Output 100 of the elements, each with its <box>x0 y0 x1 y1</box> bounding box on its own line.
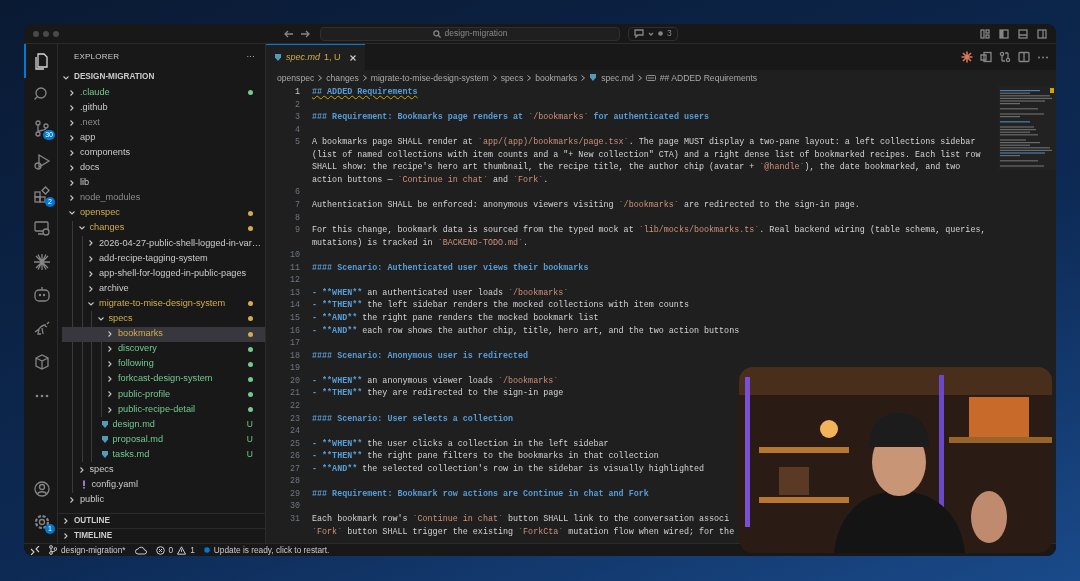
line-number: 22 <box>288 399 301 413</box>
tree-item[interactable]: public-profile <box>62 386 265 402</box>
tree-item[interactable]: node_modules <box>58 190 265 206</box>
tree-item[interactable]: archive <box>60 281 265 297</box>
more-actions[interactable]: ··· <box>246 51 255 63</box>
line-number: 15 <box>288 312 301 325</box>
warning-count: 1 <box>190 543 195 556</box>
sidebar-toggle-icon[interactable] <box>999 28 1009 39</box>
tree-item[interactable]: specs <box>59 462 265 478</box>
breadcrumb-item[interactable]: migrate-to-mise-design-system <box>370 71 489 85</box>
tree-item[interactable]: following <box>62 356 265 372</box>
git-status-label: U <box>246 448 253 462</box>
line-number: 27 <box>288 462 301 476</box>
line-number: 21 <box>288 387 301 400</box>
code-line: Each bookmark row's `Continue in chat` button SHALL link to the conversation associ <box>312 514 730 525</box>
line-number: 3 <box>293 111 301 124</box>
open-preview-icon[interactable] <box>980 51 992 63</box>
tree-item[interactable]: add-recipe-tagging-system <box>60 251 265 267</box>
code-line: - **THEN** the left sidebar renders the mocked collections with item counts <box>312 300 689 311</box>
box-icon <box>33 353 51 372</box>
markdown-file-icon <box>274 53 282 62</box>
git-status-label: U <box>246 418 253 431</box>
line-number: 1 <box>293 86 301 99</box>
line-number: 12 <box>288 274 301 287</box>
dot-icon <box>203 547 210 553</box>
breadcrumb-item[interactable]: openspec <box>277 71 315 85</box>
more-icon <box>35 393 49 398</box>
breadcrumb-item[interactable]: spec.md <box>589 71 634 85</box>
breadcrumb-item[interactable]: specs <box>500 71 524 85</box>
secondary-sidebar-icon[interactable] <box>1037 28 1047 39</box>
tree-item[interactable]: .claude <box>58 85 265 101</box>
tree-item[interactable]: lib <box>58 175 265 191</box>
tree-item[interactable]: design.md U <box>61 417 265 433</box>
chat-control[interactable]: 3 <box>628 26 678 41</box>
robot-icon <box>33 286 51 305</box>
sparkle-icon[interactable] <box>961 51 973 63</box>
breadcrumb-item[interactable]: changes <box>326 71 359 85</box>
branch-item[interactable]: design-migration* <box>49 543 126 556</box>
sync-icon[interactable] <box>134 545 147 555</box>
tree-item[interactable]: app <box>58 130 265 146</box>
code-line: For this change, bookmark data is sourced from the typed mock at `lib/mocks/bookmarks.ts`. Real backend wiring (table schema, queries, <box>312 225 986 236</box>
close-icon[interactable] <box>348 53 357 62</box>
code-line: #### Scenario: User selects a collection <box>312 413 514 424</box>
chevron-icon <box>317 74 324 82</box>
tree-item[interactable]: bookmarks <box>62 326 265 342</box>
tree-item[interactable]: config.yaml <box>59 477 265 493</box>
tree-item[interactable]: app-shell-for-logged-in-public-pages <box>60 266 265 282</box>
sidebar-title: EXPLORER <box>74 51 120 63</box>
code-line: - **THEN** they are redirected to the sign-in page <box>312 388 564 399</box>
breadcrumb-item[interactable]: bookmarks <box>535 71 578 85</box>
split-editor-icon[interactable] <box>1018 51 1030 63</box>
minimap[interactable] <box>998 86 1056 170</box>
tree-item[interactable]: components <box>58 145 265 161</box>
line-number: 4 <box>293 123 301 137</box>
more-icon[interactable] <box>1037 55 1049 59</box>
line-number: 8 <box>293 211 301 225</box>
layout-icon[interactable] <box>980 28 990 39</box>
tree-item[interactable]: public-recipe-detail <box>62 401 265 418</box>
tree-item[interactable]: docs <box>58 160 265 176</box>
forward-arrow-icon[interactable] <box>300 29 310 38</box>
line-number: 9 <box>293 224 301 238</box>
animal-icon <box>33 319 51 338</box>
chat-icon <box>634 29 644 38</box>
command-center[interactable]: design-migration <box>320 26 620 41</box>
tree-item[interactable]: migrate-to-mise-design-system <box>60 296 265 312</box>
panel-toggle-icon[interactable] <box>1018 28 1028 39</box>
tree-item[interactable]: .github <box>58 100 265 116</box>
code-line: `Fork` button SHALL trigger the existing `ForkCta` mutation flow when wired; for the <box>312 526 735 537</box>
remote-icon[interactable] <box>30 545 40 555</box>
symbol-icon <box>645 75 656 81</box>
tree-item[interactable]: .next <box>58 115 265 131</box>
code-line: SHALL show: the recipe's hero art thumbnail, the recipe title, the author chip (avatar + `@handle`), the date bookmarked, and two <box>312 162 961 173</box>
tree-item[interactable]: public <box>58 492 265 508</box>
tree-item[interactable]: 2026-04-27-public-shell-logged-in-var… <box>60 235 265 252</box>
tree-item[interactable]: tasks.md U <box>61 447 265 463</box>
notification-item[interactable]: Update is ready, click to restart. <box>203 543 330 556</box>
line-number: 20 <box>288 374 301 388</box>
line-number: 6 <box>293 186 301 199</box>
section-header[interactable]: DESIGN-MIGRATION <box>58 70 265 85</box>
tree-item[interactable]: changes <box>59 220 265 236</box>
chevron-icon <box>62 73 70 82</box>
error-count: 0 <box>168 543 174 556</box>
back-arrow-icon[interactable] <box>284 29 294 38</box>
caret-icon <box>648 31 654 36</box>
compare-changes-icon[interactable] <box>999 51 1011 63</box>
line-number: 10 <box>288 249 301 262</box>
tree-item[interactable]: discovery <box>62 341 265 357</box>
tree-item[interactable]: forkcast-design-system <box>62 371 265 387</box>
line-number: 2 <box>293 98 301 112</box>
tree-item[interactable]: openspec <box>58 205 265 221</box>
tree-item[interactable]: proposal.md U <box>61 432 265 448</box>
line-number: 5 <box>293 136 301 150</box>
remote-explorer-icon <box>33 219 51 238</box>
editor-tab[interactable]: spec.md 1, U <box>266 44 365 70</box>
sparkle-icon <box>33 252 51 271</box>
tree-item[interactable]: specs <box>61 311 265 327</box>
section-header[interactable]: OUTLINE <box>58 513 265 528</box>
problems-item[interactable]: 0 1 <box>155 543 195 556</box>
breadcrumb-item[interactable]: ## ADDED Requirements <box>645 71 758 85</box>
line-number: 7 <box>293 199 301 212</box>
